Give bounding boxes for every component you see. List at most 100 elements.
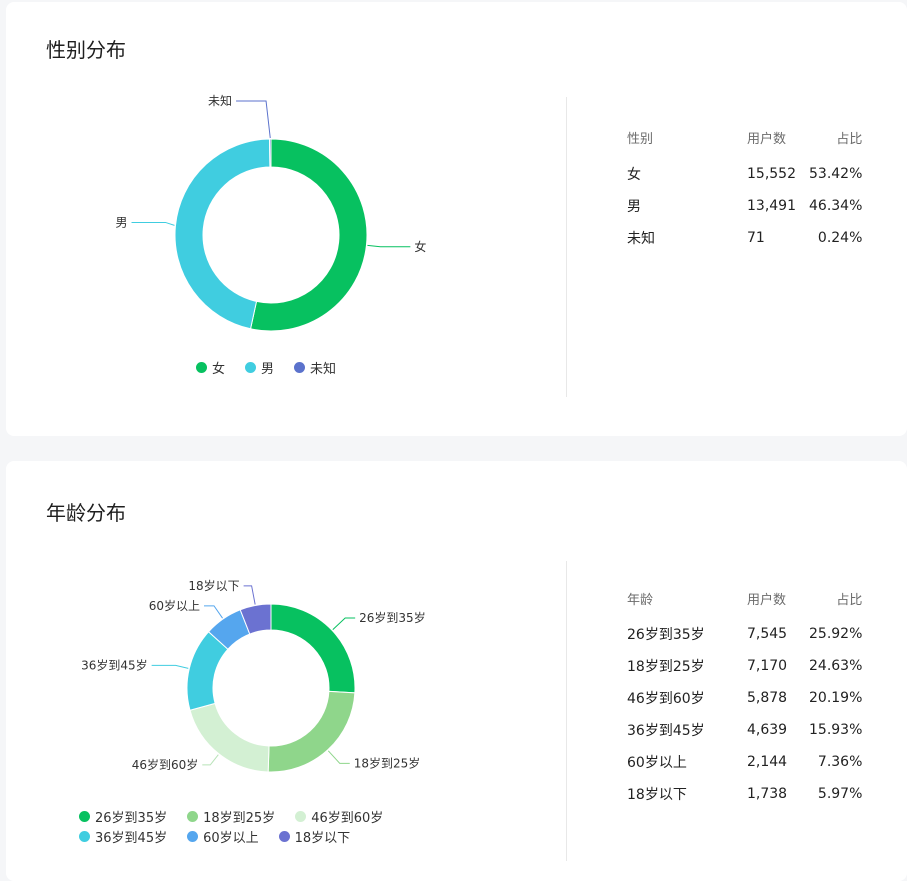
leader-line-5: [243, 585, 256, 605]
age-header-count: 用户数: [747, 592, 787, 608]
row-name: 18岁以下: [627, 787, 687, 803]
row-name: 46岁到60岁: [627, 691, 705, 707]
row-name: 未知: [627, 231, 655, 247]
age-table: 年龄 用户数 占比 26岁到35岁 7,545 25.92% 18岁到25岁 7…: [627, 578, 862, 810]
row-pct: 25.92%: [809, 626, 863, 642]
legend-item[interactable]: 18岁以下: [278, 826, 351, 846]
leader-line-4: [204, 605, 223, 619]
row-count: 7,170: [747, 658, 788, 674]
table-row: 46岁到60岁 5,878 20.19%: [627, 682, 862, 714]
legend-item[interactable]: 36岁到45岁: [79, 826, 167, 846]
age-table-header: 年龄 用户数 占比: [627, 578, 862, 618]
donut-slice-1[interactable]: [267, 690, 356, 773]
legend-dot: [278, 830, 290, 842]
donut-slice-0[interactable]: [249, 138, 368, 332]
row-name: 60岁以上: [627, 755, 687, 771]
age-header-name: 年龄: [627, 592, 654, 608]
donut-slice-1[interactable]: [174, 138, 271, 330]
age-legend: 26岁到35岁 18岁到25岁 46岁到60岁 36岁到45岁 60岁以上 18岁以下: [79, 806, 499, 846]
legend-dot: [295, 810, 307, 822]
age-card: 年龄分布 26岁到35岁 18岁到25岁 46岁到60岁 36岁到45岁 60岁以上 18…: [6, 461, 907, 881]
row-count: 13,491: [747, 198, 796, 214]
row-pct: 24.63%: [809, 658, 863, 674]
row-name: 18岁到25岁: [627, 659, 705, 675]
table-row: 36岁到45岁 4,639 15.93%: [627, 714, 862, 746]
legend-item[interactable]: 18岁到25岁: [187, 806, 275, 826]
row-pct: 15.93%: [809, 722, 863, 738]
slice-label-2: 未知: [208, 94, 232, 108]
row-count: 4,639: [747, 722, 788, 738]
leader-line-0: [367, 244, 411, 248]
leader-line-2: [202, 754, 219, 766]
row-name: 女: [627, 167, 641, 183]
legend-item[interactable]: 46岁到60岁: [295, 806, 383, 826]
slice-label-1: 18岁到25岁: [354, 755, 421, 770]
table-row: 60岁以上 2,144 7.36%: [627, 746, 862, 778]
legend-label: 未知: [310, 361, 337, 377]
slice-label-4: 60岁以上: [149, 598, 200, 613]
legend-dot: [187, 810, 199, 822]
legend-dot: [187, 830, 199, 842]
legend-dot: [245, 361, 257, 373]
donut-slice-2[interactable]: [269, 138, 272, 168]
gender-header-count: 用户数: [747, 131, 787, 147]
legend-item[interactable]: 60岁以上: [187, 826, 259, 846]
legend-label: 女: [212, 361, 226, 377]
row-count: 2,144: [747, 754, 788, 770]
slice-label-5: 18岁以下: [188, 578, 239, 593]
row-pct: 53.42%: [809, 166, 863, 182]
slice-label-0: 女: [414, 239, 426, 254]
legend-label: 18岁以下: [294, 830, 351, 846]
gender-header-pct: 占比: [836, 131, 863, 147]
gender-divider: [566, 97, 567, 397]
donut-slice-2[interactable]: [189, 702, 270, 773]
leader-line-1: [327, 750, 350, 764]
row-pct: 20.19%: [809, 690, 863, 706]
row-count: 15,552: [747, 166, 796, 182]
gender-table-header: 性别 用户数 占比: [627, 116, 862, 158]
leader-line-3: [151, 664, 189, 669]
leader-line-2: [236, 100, 271, 139]
legend-dot: [79, 810, 90, 822]
row-pct: 7.36%: [817, 754, 863, 770]
table-row: 26岁到35岁 7,545 25.92%: [627, 618, 862, 650]
leader-line-0: [332, 617, 356, 631]
age-divider: [566, 561, 567, 861]
legend-dot: [79, 830, 90, 842]
row-name: 26岁到35岁: [627, 627, 705, 643]
row-name: 男: [627, 199, 641, 215]
row-pct: 0.24%: [817, 230, 863, 246]
row-name: 36岁到45岁: [627, 723, 705, 739]
slice-label-0: 26岁到35岁: [359, 610, 426, 625]
leader-line-1: [131, 221, 175, 226]
row-count: 5,878: [747, 690, 788, 706]
legend-label: 男: [261, 361, 275, 377]
slice-label-1: 男: [116, 215, 128, 229]
table-row: 未知 71 0.24%: [627, 222, 862, 254]
row-pct: 5.97%: [817, 786, 863, 802]
row-count: 71: [747, 230, 765, 246]
legend-item[interactable]: 女: [196, 357, 225, 377]
slice-label-2: 46岁到60岁: [132, 757, 199, 772]
legend-dot: [294, 361, 306, 373]
table-row: 18岁以下 1,738 5.97%: [627, 778, 862, 810]
age-header-pct: 占比: [836, 592, 863, 608]
gender-card: 性别分布 女男未知 女男未知 性别 用户数 占比 女 15,552 53.42%…: [6, 2, 907, 436]
legend-item[interactable]: 男: [245, 357, 274, 377]
donut-slice-0[interactable]: [270, 603, 356, 694]
row-count: 7,545: [747, 626, 788, 642]
legend-label: 18岁到25岁: [203, 810, 276, 826]
row-count: 1,738: [747, 786, 788, 802]
gender-legend: 女 男 未知: [196, 357, 356, 377]
row-pct: 46.34%: [809, 198, 863, 214]
table-row: 女 15,552 53.42%: [627, 158, 862, 190]
table-row: 男 13,491 46.34%: [627, 190, 862, 222]
slice-label-3: 36岁到45岁: [81, 657, 148, 672]
legend-item[interactable]: 未知: [294, 357, 336, 377]
gender-table: 性别 用户数 占比 女 15,552 53.42% 男 13,491 46.34…: [627, 116, 862, 254]
legend-label: 46岁到60岁: [311, 810, 384, 826]
legend-label: 26岁到35岁: [95, 810, 168, 826]
legend-item[interactable]: 26岁到35岁: [79, 806, 167, 826]
legend-label: 60岁以上: [203, 830, 259, 846]
gender-header-name: 性别: [627, 131, 654, 147]
